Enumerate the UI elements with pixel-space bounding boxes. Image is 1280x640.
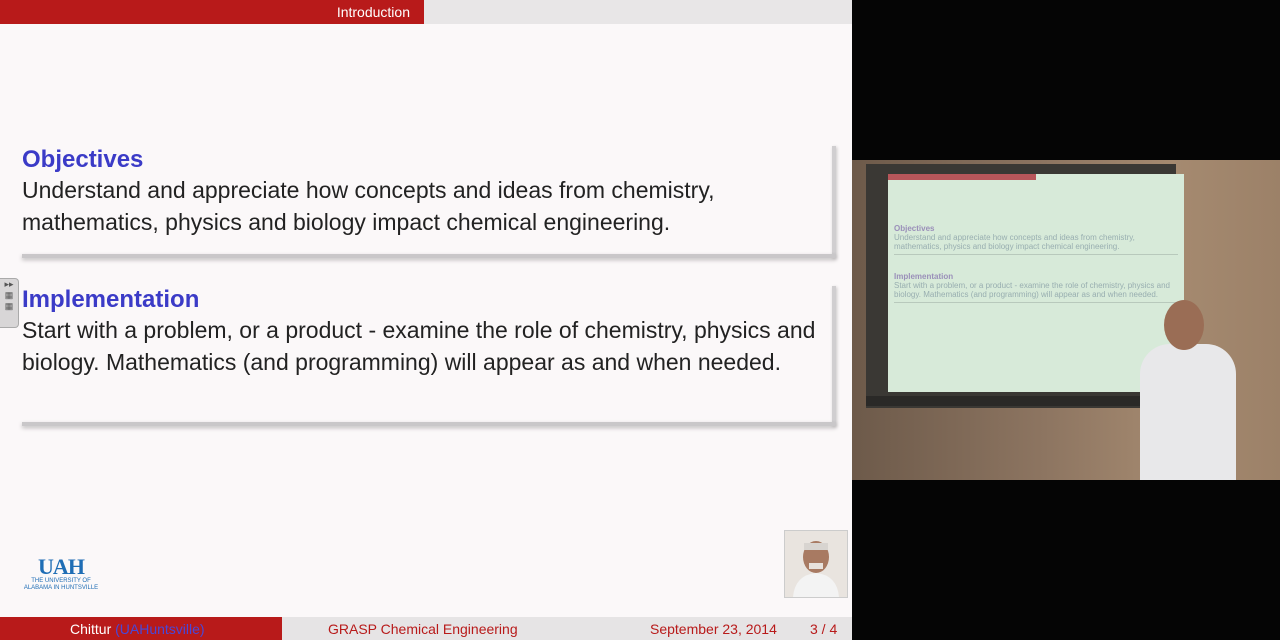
block-divider	[22, 254, 836, 258]
logo-mark: UAH	[38, 554, 85, 579]
block-border	[832, 146, 836, 258]
section-tab[interactable]: Introduction	[0, 0, 424, 24]
lecture-video-panel[interactable]: Objectives Understand and appreciate how…	[852, 0, 1280, 640]
presenter-photo	[784, 530, 848, 598]
mini-header-bar	[888, 174, 1036, 180]
mini-title-1: Objectives	[894, 224, 935, 233]
section-label: Introduction	[336, 4, 410, 20]
footer-date: September 23, 2014	[650, 621, 777, 637]
slide-panel: Introduction ▸▸ ▦ ▦ Objectives Understand …	[0, 0, 852, 640]
block-border	[832, 286, 836, 426]
footer-institution[interactable]: (UAHuntsville)	[115, 621, 204, 637]
presenter-shirt	[1140, 344, 1236, 480]
slide-footer: Chittur (UAHuntsville) GRASP Chemical En…	[0, 617, 852, 640]
presenter-figure	[1128, 300, 1248, 480]
footer-course: GRASP Chemical Engineering	[328, 621, 518, 637]
footer-author-section: Chittur (UAHuntsville)	[0, 617, 282, 640]
mini-block-2: Implementation Start with a problem, or …	[894, 272, 1178, 303]
block-divider	[22, 422, 836, 426]
implementation-block: Implementation Start with a problem, or …	[22, 286, 836, 426]
objectives-block: Objectives Understand and appreciate how…	[22, 146, 836, 258]
section-header-bar: Introduction	[0, 0, 852, 24]
footer-course-section: GRASP Chemical Engineering	[282, 617, 572, 640]
slide-nav-handle[interactable]: ▸▸ ▦ ▦	[0, 278, 19, 328]
classroom-scene: Objectives Understand and appreciate how…	[852, 160, 1280, 480]
footer-author: Chittur	[70, 621, 112, 637]
mini-body-1: Understand and appreciate how concepts a…	[894, 233, 1135, 251]
logo-subtitle: THE UNIVERSITY OF ALABAMA IN HUNTSVILLE	[23, 578, 99, 591]
mini-title-2: Implementation	[894, 272, 954, 281]
block-body-objectives: Understand and appreciate how concepts a…	[22, 177, 715, 235]
footer-page-number: 3 / 4	[810, 621, 838, 637]
block-body-implementation: Start with a problem, or a product - exa…	[22, 317, 816, 375]
mini-block-1: Objectives Understand and appreciate how…	[894, 224, 1178, 255]
mini-body-2: Start with a problem, or a product - exa…	[894, 281, 1170, 299]
block-title-objectives: Objectives	[22, 146, 144, 173]
block-title-implementation: Implementation	[22, 286, 200, 313]
uah-logo: UAH THE UNIVERSITY OF ALABAMA IN HUNTSVI…	[18, 556, 104, 592]
presenter-head	[1164, 300, 1204, 350]
footer-date-section: September 23, 2014 3 / 4	[572, 617, 852, 640]
mini-divider-1	[894, 254, 1178, 255]
